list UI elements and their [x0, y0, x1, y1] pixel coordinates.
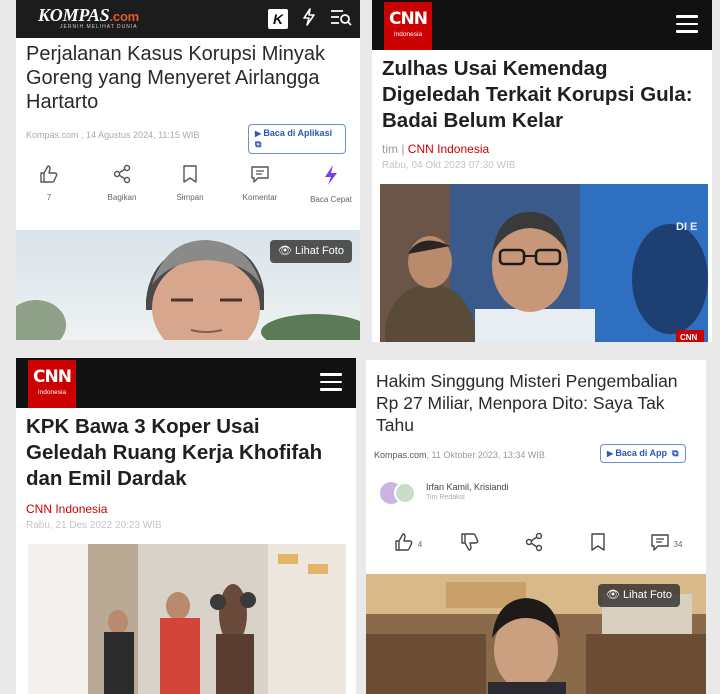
view-photo-button[interactable]: 👁 Lihat Foto: [598, 584, 680, 607]
article-date: Rabu, 21 Des 2022 20:23 WIB: [26, 520, 162, 531]
cnn-header: CNN Indonesia: [16, 358, 356, 408]
external-link-icon: ⧉: [672, 448, 679, 458]
lightning-icon[interactable]: [302, 8, 316, 30]
source-link[interactable]: CNN Indonesia: [408, 142, 489, 156]
external-link-icon: ⧉: [255, 139, 262, 149]
article-card-kpk[interactable]: CNN Indonesia KPK Bawa 3 Koper Usai Gele…: [16, 358, 356, 694]
eye-icon: 👁: [278, 245, 292, 257]
article-photo[interactable]: 👁 Lihat Foto: [366, 574, 706, 694]
article-photo[interactable]: [28, 544, 346, 694]
share-icon: [507, 532, 561, 557]
hamburger-menu-icon[interactable]: [676, 15, 698, 38]
view-photo-button[interactable]: 👁 Lihat Foto: [270, 240, 352, 263]
eye-icon: 👁: [606, 589, 620, 601]
action-bar: 7 Bagikan Simpan Komentar Baca Cepat: [16, 154, 360, 214]
source-link[interactable]: CNN Indonesia: [26, 502, 107, 516]
thumbs-down-icon: [443, 532, 497, 557]
action-bar: 4 34: [366, 522, 706, 580]
article-title[interactable]: Perjalanan Kasus Korupsi Minyak Goreng y…: [16, 38, 360, 114]
author-avatar[interactable]: [394, 482, 416, 504]
read-in-app-button[interactable]: ▶ Baca di App ⧉: [600, 444, 686, 463]
article-title[interactable]: KPK Bawa 3 Koper Usai Geledah Ruang Kerj…: [16, 408, 356, 492]
comment-icon: [233, 164, 287, 189]
kompas-header: KOMPAS.com JERNIH MELIHAT DUNIA K: [16, 0, 360, 38]
share-icon: [95, 164, 149, 189]
quick-read-button[interactable]: Baca Cepat: [304, 164, 358, 204]
article-meta: Kompas.com, 11 Oktober 2023, 13:34 WIB: [374, 450, 545, 460]
article-photo[interactable]: DI E CNN: [380, 184, 708, 342]
comment-icon: [650, 532, 670, 557]
kompas-logo[interactable]: KOMPAS.com: [38, 5, 139, 26]
save-button[interactable]: [571, 532, 625, 557]
article-photo[interactable]: 👁 Lihat Foto: [16, 230, 360, 340]
article-meta: Kompas.com , 14 Agustus 2024, 11:15 WIB: [26, 130, 200, 140]
article-source: tim | CNN Indonesia: [382, 142, 490, 156]
article-source: CNN Indonesia: [16, 492, 356, 516]
bookmark-icon: [571, 532, 625, 557]
share-button[interactable]: [507, 532, 561, 557]
cnn-logo[interactable]: CNN Indonesia: [28, 360, 76, 408]
thumbs-up-icon: [22, 164, 76, 189]
comment-button[interactable]: 34: [639, 532, 693, 557]
author-name[interactable]: Irfan Kamil, Krisiandi: [426, 482, 509, 492]
comment-button[interactable]: Komentar: [233, 164, 287, 202]
article-card-zulhas[interactable]: CNN Indonesia Zulhas Usai Kemendag Digel…: [372, 0, 712, 342]
article-card-airlangga[interactable]: KOMPAS.com JERNIH MELIHAT DUNIA K Perjal…: [16, 0, 360, 340]
article-date: Rabu, 04 Okt 2023 07:30 WIB: [382, 160, 516, 171]
thumbs-up-icon: [394, 532, 414, 557]
article-card-dito[interactable]: Hakim Singgung Misteri Pengembalian Rp 2…: [366, 360, 706, 694]
cnn-watermark: CNN: [680, 333, 698, 342]
lightning-icon: [304, 164, 358, 191]
k-app-icon[interactable]: K: [268, 9, 288, 29]
cnn-logo[interactable]: CNN Indonesia: [384, 2, 432, 50]
photo-background-text: DI E: [676, 221, 697, 233]
bookmark-icon: [163, 164, 217, 189]
dislike-button[interactable]: [443, 532, 497, 557]
menu-search-icon[interactable]: [330, 8, 352, 30]
kompas-tagline: JERNIH MELIHAT DUNIA: [60, 24, 138, 30]
article-title[interactable]: Hakim Singgung Misteri Pengembalian Rp 2…: [366, 360, 706, 436]
article-title[interactable]: Zulhas Usai Kemendag Digeledah Terkait K…: [372, 50, 712, 134]
like-button[interactable]: 7: [22, 164, 76, 202]
save-button[interactable]: Simpan: [163, 164, 217, 202]
author-role: Tim Redaksi: [426, 494, 465, 501]
like-button[interactable]: 4: [381, 532, 435, 557]
cnn-header: CNN Indonesia: [372, 0, 712, 50]
share-button[interactable]: Bagikan: [95, 164, 149, 202]
hamburger-menu-icon[interactable]: [320, 373, 342, 396]
read-in-app-button[interactable]: ▶ Baca di Aplikasi ⧉: [248, 124, 346, 154]
